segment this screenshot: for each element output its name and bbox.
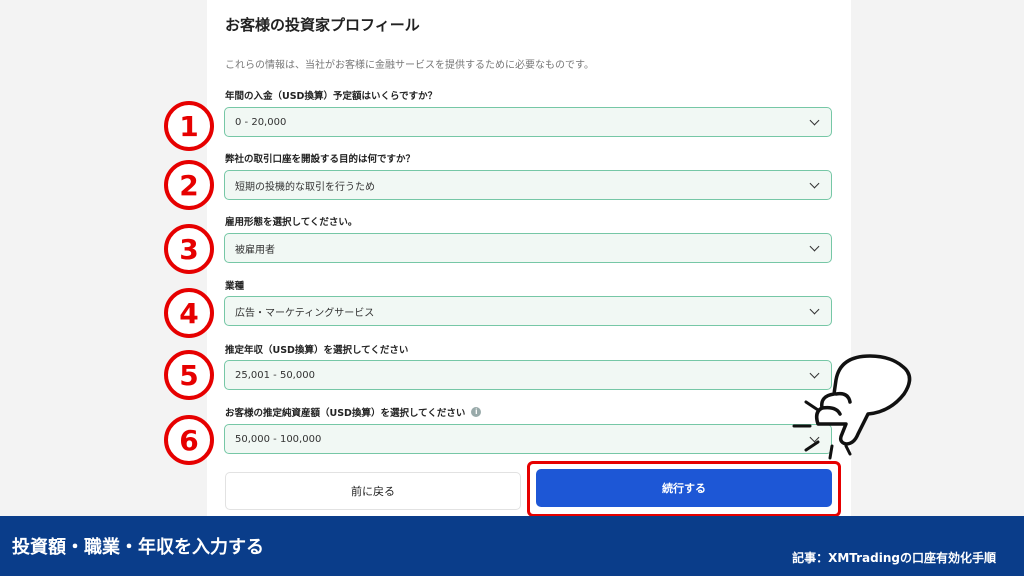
chevron-down-icon (809, 241, 820, 251)
deposit-value: 0 - 20,000 (235, 116, 287, 128)
pointing-hand-icon (792, 354, 912, 460)
question-label-income: 推定年収（USD換算）を選択してください (225, 342, 408, 356)
question-label-text: 弊社の取引口座を開設する目的は何ですか？ (225, 154, 416, 165)
question-label-industry: 業種 (225, 278, 244, 292)
industry-select[interactable]: 広告・マーケティングサービス (224, 296, 832, 326)
question-label-text: 年間の入金（USD換算）予定額はいくらですか？ (225, 91, 438, 102)
question-label-networth: お客様の推定純資産額（USD換算）を選択してください i (225, 405, 482, 419)
step-badge-3: 3 (164, 224, 214, 274)
page-title: お客様の投資家プロフィール (225, 16, 420, 34)
chevron-down-icon (809, 178, 820, 188)
chevron-down-icon (809, 115, 820, 125)
step-badge-4: 4 (164, 288, 214, 338)
income-select[interactable]: 25,001 - 50,000 (224, 360, 832, 390)
footer-note: 記事：XMTradingの口座有効化手順 (792, 551, 996, 565)
question-label-text: お客様の推定純資産額（USD換算）を選択してください (225, 408, 466, 419)
step-badge-5: 5 (164, 350, 214, 400)
question-label-deposit: 年間の入金（USD換算）予定額はいくらですか？ (225, 88, 437, 102)
networth-value: 50,000 - 100,000 (235, 433, 322, 445)
purpose-select[interactable]: 短期の投機的な取引を行うため (224, 170, 832, 200)
question-label-employment: 雇用形態を選択してください。 (225, 214, 357, 228)
purpose-value: 短期の投機的な取引を行うため (235, 181, 375, 193)
step-badge-1: 1 (164, 101, 214, 151)
footer-title: 投資額・職業・年収を入力する (12, 537, 264, 558)
question-label-purpose: 弊社の取引口座を開設する目的は何ですか？ (225, 151, 415, 165)
question-label-text: 業種 (225, 281, 245, 292)
continue-button[interactable]: 続行する (536, 469, 832, 507)
info-icon[interactable]: i (471, 407, 482, 417)
deposit-select[interactable]: 0 - 20,000 (224, 107, 832, 137)
networth-select[interactable]: 50,000 - 100,000 (224, 424, 832, 454)
question-label-text: 推定年収（USD換算）を選択してください (225, 345, 409, 356)
employment-select[interactable]: 被雇用者 (224, 233, 832, 263)
chevron-down-icon (809, 304, 820, 314)
page-subtitle: これらの情報は、当社がお客様に金融サービスを提供するために必要なものです。 (225, 60, 594, 71)
income-value: 25,001 - 50,000 (235, 369, 315, 381)
employment-value: 被雇用者 (235, 244, 275, 256)
step-badge-2: 2 (164, 160, 214, 210)
industry-value: 広告・マーケティングサービス (235, 307, 375, 319)
back-button[interactable]: 前に戻る (225, 472, 521, 510)
question-label-text: 雇用形態を選択してください。 (225, 217, 358, 228)
step-badge-6: 6 (164, 415, 214, 465)
